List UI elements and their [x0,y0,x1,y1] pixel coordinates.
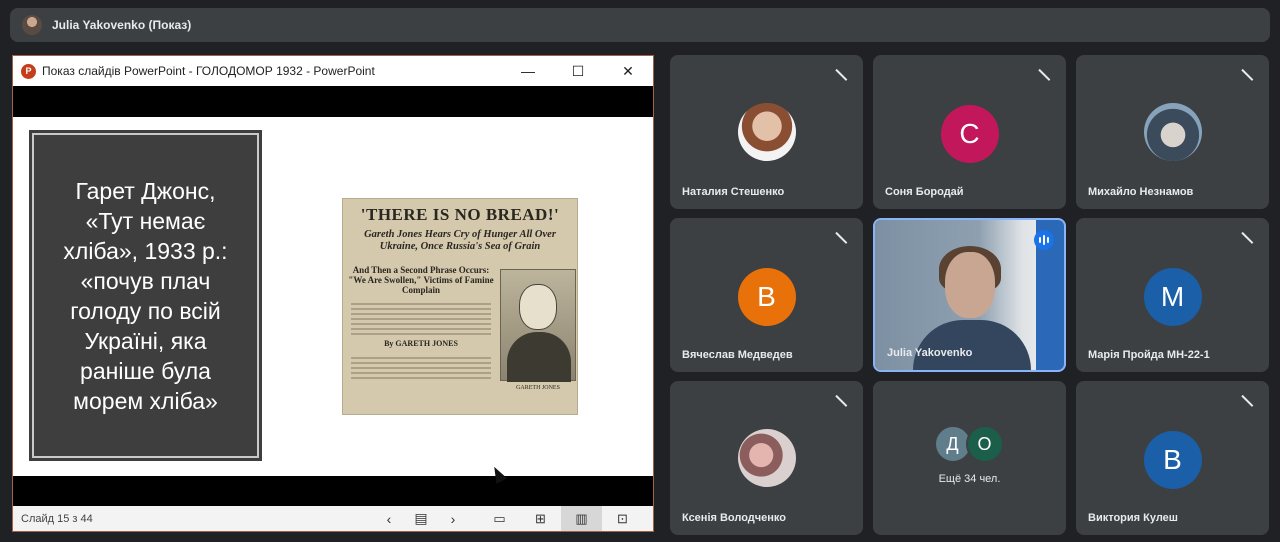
powerpoint-window: P Показ слайдів PowerPoint - ГОЛОДОМОР 1… [12,55,654,532]
participant-tile-active-speaker[interactable]: Julia Yakovenko [873,218,1066,372]
more-participants-label: Ещё 34 чел. [938,473,1001,485]
slideshow-statusbar: Слайд 15 з 44 ‹ ▤ › ▭ ⊞ ▥ ⊡ [13,506,653,531]
participant-avatar [737,103,796,161]
mic-off-icon [1239,393,1255,409]
presenter-bar: Julia Yakovenko (Показ) [10,8,1270,42]
participant-initial-avatar: М [1143,268,1202,326]
participant-avatar [1143,103,1202,161]
participant-name: Вячеслав Медведев [682,349,793,361]
mic-off-icon [833,67,849,83]
participant-tile[interactable]: Наталия Стешенко [670,55,863,209]
overflow-avatar: О [965,425,1004,463]
participant-avatar [737,429,796,487]
letterbox-bottom [13,476,653,506]
mic-off-icon [833,230,849,246]
slideshow-view-icon[interactable]: ⊡ [602,506,643,531]
clipping-photo-caption: GARETH JONES [516,385,560,391]
participant-initial-avatar: В [737,268,796,326]
speaking-indicator-icon [1034,230,1054,250]
clipping-byline: By GARETH JONES [384,339,458,348]
previous-slide-icon[interactable]: ‹ [373,506,405,531]
overflow-avatars: Д О [933,425,1004,463]
participant-tile[interactable]: М Марія Пройда МН-22-1 [1076,218,1269,372]
clipping-portrait [500,269,576,382]
more-participants-tile[interactable]: Д О Ещё 34 чел. [873,381,1066,535]
maximize-button[interactable]: ☐ [553,56,603,86]
participant-name: Михайло Незнамов [1088,186,1194,198]
participant-tile[interactable]: Ксенія Володченко [670,381,863,535]
participant-initial-avatar: С [940,105,999,163]
slide-quote-box: Гарет Джонс, «Тут немає хліба», 1933 р.:… [29,130,262,461]
participant-tile[interactable]: С Соня Бородай [873,55,1066,209]
participant-tile[interactable]: В Виктория Кулеш [1076,381,1269,535]
mic-off-icon [1036,67,1052,83]
participant-name: Ксенія Володченко [682,512,786,524]
letterbox-top [13,86,653,117]
mic-off-icon [833,393,849,409]
reading-view-icon[interactable]: ▥ [561,506,602,531]
participant-name: Соня Бородай [885,186,964,198]
window-titlebar: P Показ слайдів PowerPoint - ГОЛОДОМОР 1… [13,56,653,86]
notes-icon[interactable]: ▤ [405,506,437,531]
clipping-headline: 'THERE IS NO BREAD!' [360,205,560,224]
slide-quote-text: Гарет Джонс, «Тут немає хліба», 1933 р.:… [63,177,228,414]
clipping-subhead: Gareth Jones Hears Cry of Hunger All Ove… [364,229,556,252]
close-button[interactable]: ✕ [603,56,653,86]
clipping-column: And Then a Second Phrase Occurs: "We Are… [347,265,495,382]
participant-name: Марія Пройда МН-22-1 [1088,349,1210,361]
presenter-name: Julia Yakovenko (Показ) [52,18,192,32]
next-slide-icon[interactable]: › [437,506,469,531]
slide-sorter-icon[interactable]: ⊞ [520,506,561,531]
newspaper-clipping-image: 'THERE IS NO BREAD!' Gareth Jones Hears … [342,198,578,415]
mic-off-icon [1239,230,1255,246]
mic-off-icon [1239,67,1255,83]
powerpoint-icon: P [21,63,36,79]
window-title: Показ слайдів PowerPoint - ГОЛОДОМОР 193… [42,64,375,78]
clipping-body-lines [347,303,495,335]
participant-tile[interactable]: Михайло Незнамов [1076,55,1269,209]
participant-tile[interactable]: В Вячеслав Медведев [670,218,863,372]
slide-canvas[interactable]: Гарет Джонс, «Тут немає хліба», 1933 р.:… [13,117,653,476]
slide-counter: Слайд 15 з 44 [21,512,93,525]
presenter-avatar [22,15,42,35]
clipping-second-head: And Then a Second Phrase Occurs: "We Are… [348,265,494,295]
participant-name: Julia Yakovenko [887,347,973,359]
participant-name: Виктория Кулеш [1088,512,1178,524]
normal-view-icon[interactable]: ▭ [479,506,520,531]
participant-initial-avatar: В [1143,431,1202,489]
participant-name: Наталия Стешенко [682,186,785,198]
minimize-button[interactable]: — [503,56,553,86]
